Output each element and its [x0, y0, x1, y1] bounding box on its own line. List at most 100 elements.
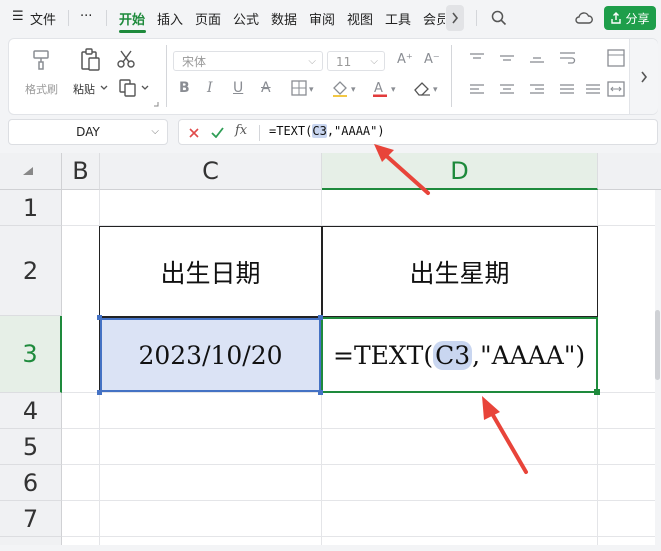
font-name-value: 宋体: [182, 55, 207, 69]
distribute-icon[interactable]: [585, 83, 601, 95]
chevron-down-icon[interactable]: [100, 85, 108, 91]
dialog-launcher-icon[interactable]: [153, 101, 159, 107]
name-box[interactable]: DAY ⌵: [8, 119, 168, 145]
align-right-icon[interactable]: [529, 83, 545, 95]
gridline: [62, 428, 661, 429]
selection-handle[interactable]: [318, 315, 323, 320]
ribbon-divider: [166, 45, 167, 107]
menu-divider: [68, 10, 69, 26]
align-middle-icon[interactable]: [499, 52, 515, 64]
align-center-icon[interactable]: [499, 83, 515, 95]
menu-file[interactable]: 文件: [30, 9, 56, 28]
menu-divider: [476, 10, 477, 26]
bold-icon[interactable]: B: [179, 81, 190, 95]
italic-icon[interactable]: I: [207, 81, 213, 95]
horizontal-scrollbar[interactable]: [0, 545, 661, 551]
merge-center-icon[interactable]: [607, 81, 625, 97]
merge-cells-icon[interactable]: [607, 49, 625, 67]
paste-icon[interactable]: [79, 48, 101, 72]
more-icon[interactable]: ···: [80, 9, 92, 24]
cell-d3[interactable]: =TEXT(C3 ,"AAAA"): [321, 317, 598, 393]
tabs-scroll-button[interactable]: [446, 5, 464, 31]
ribbon-scroll-button[interactable]: [629, 39, 658, 114]
tab-member[interactable]: 会员: [423, 9, 445, 28]
align-left-icon[interactable]: [469, 83, 485, 95]
cloud-icon[interactable]: [575, 11, 593, 25]
tab-insert[interactable]: 插入: [157, 9, 183, 28]
eraser-icon[interactable]: [413, 80, 431, 96]
chevron-down-icon[interactable]: ▾: [433, 83, 438, 97]
selection-handle[interactable]: [97, 390, 102, 395]
font-size-select[interactable]: 11 ⌵: [327, 51, 385, 71]
gridline: [62, 464, 661, 465]
font-color-icon[interactable]: A: [371, 79, 389, 97]
fx-icon[interactable]: fx: [235, 123, 247, 138]
column-header-c[interactable]: C: [100, 153, 322, 190]
gridline: [62, 500, 661, 501]
align-bottom-icon[interactable]: [529, 52, 545, 64]
increase-font-icon[interactable]: A⁺: [397, 53, 413, 67]
border-icon[interactable]: [291, 80, 307, 96]
column-header-next[interactable]: [598, 153, 661, 190]
tab-data[interactable]: 数据: [271, 9, 297, 28]
cell-d3-suffix: ,"AAAA"): [472, 340, 586, 370]
cell-c2[interactable]: 出生日期: [100, 227, 321, 316]
cell-d3-prefix: =TEXT(: [333, 340, 434, 370]
chevron-right-icon: [452, 12, 459, 24]
underline-icon[interactable]: U: [233, 81, 243, 95]
row-header-3[interactable]: 3: [0, 316, 62, 393]
ribbon-divider: [451, 45, 452, 107]
tab-view[interactable]: 视图: [347, 9, 373, 28]
cell-d2[interactable]: 出生星期: [322, 227, 597, 316]
paste-label[interactable]: 粘贴: [73, 81, 95, 97]
tab-tools[interactable]: 工具: [385, 9, 411, 28]
row-header-1[interactable]: 1: [0, 190, 62, 226]
fill-handle[interactable]: [594, 389, 600, 395]
formula-prefix: =TEXT(: [269, 124, 313, 138]
tab-review[interactable]: 审阅: [309, 9, 335, 28]
chevron-down-icon: ⌵: [308, 56, 316, 67]
scissors-icon[interactable]: [117, 50, 135, 68]
row-header-6[interactable]: 6: [0, 465, 62, 501]
tab-page[interactable]: 页面: [195, 9, 221, 28]
font-name-select[interactable]: 宋体 ⌵: [173, 51, 323, 71]
gridline: [62, 536, 661, 537]
search-icon[interactable]: [491, 10, 507, 26]
chevron-down-icon[interactable]: ▾: [309, 83, 314, 97]
format-painter-icon[interactable]: [31, 49, 51, 71]
select-all-corner[interactable]: [0, 153, 62, 190]
confirm-icon[interactable]: [211, 127, 224, 138]
selection-handle[interactable]: [318, 390, 323, 395]
align-top-icon[interactable]: [469, 52, 485, 64]
share-button[interactable]: 分享: [604, 6, 656, 30]
tab-home[interactable]: 开始: [119, 9, 145, 28]
strikethrough-icon[interactable]: A: [261, 81, 271, 95]
tab-formula[interactable]: 公式: [233, 9, 259, 28]
chevron-down-icon[interactable]: ▾: [351, 83, 356, 97]
spreadsheet-grid: B C D 1 2 3 4 5 6 7 出生日期 出生星期 2023/10/20…: [0, 153, 661, 551]
selection-handle[interactable]: [97, 315, 102, 320]
wrap-text-icon[interactable]: [559, 51, 577, 65]
hamburger-icon[interactable]: ☰: [12, 9, 24, 24]
formula-text[interactable]: =TEXT(C3,"AAAA"): [269, 124, 385, 138]
format-painter-label[interactable]: 格式刷: [25, 81, 58, 97]
chevron-down-icon[interactable]: ▾: [391, 83, 396, 97]
column-header-b[interactable]: B: [62, 153, 100, 190]
chevron-down-icon[interactable]: [141, 85, 149, 91]
justify-icon[interactable]: [559, 83, 575, 95]
row-header-5[interactable]: 5: [0, 429, 62, 465]
fill-color-icon[interactable]: [331, 79, 349, 97]
row-header-2[interactable]: 2: [0, 226, 62, 316]
row-header-4[interactable]: 4: [0, 393, 62, 429]
decrease-font-icon[interactable]: A⁻: [424, 53, 440, 67]
annotation-arrow-icon: [374, 144, 430, 195]
copy-icon[interactable]: [119, 79, 137, 97]
scrollbar-thumb[interactable]: [655, 310, 660, 380]
name-box-value: DAY: [76, 125, 100, 139]
vertical-scrollbar[interactable]: [655, 190, 661, 551]
cell-c3[interactable]: 2023/10/20: [100, 318, 321, 392]
svg-text:A: A: [374, 81, 383, 96]
annotation-arrow-icon: [482, 396, 528, 474]
cancel-icon[interactable]: [189, 128, 199, 138]
row-header-7[interactable]: 7: [0, 501, 62, 537]
